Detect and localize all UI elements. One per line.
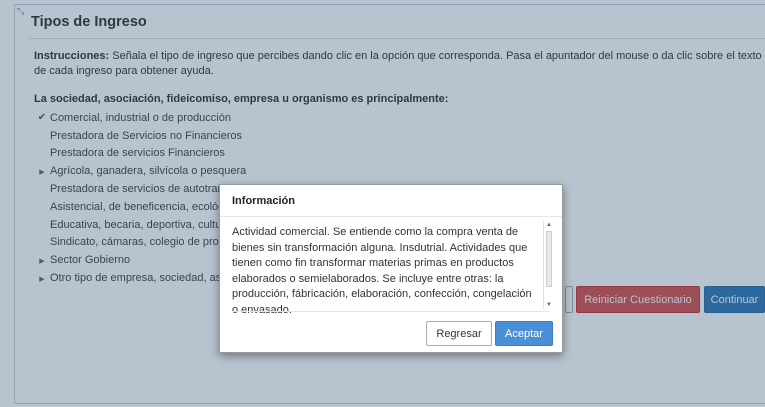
modal-title: Información	[220, 185, 562, 217]
modal-scrollbar[interactable]: ▲ ▼	[543, 221, 553, 309]
modal-body-text: Actividad comercial. Se entiende como la…	[232, 226, 532, 316]
modal-footer-divider	[232, 311, 550, 312]
back-button[interactable]: Regresar	[426, 321, 492, 346]
scroll-thumb[interactable]	[546, 231, 552, 287]
accept-button[interactable]: Aceptar	[495, 321, 553, 346]
scroll-down-arrow-icon[interactable]: ▼	[546, 302, 552, 308]
scroll-up-arrow-icon[interactable]: ▲	[546, 222, 552, 228]
info-modal: Información Actividad comercial. Se enti…	[219, 184, 563, 353]
